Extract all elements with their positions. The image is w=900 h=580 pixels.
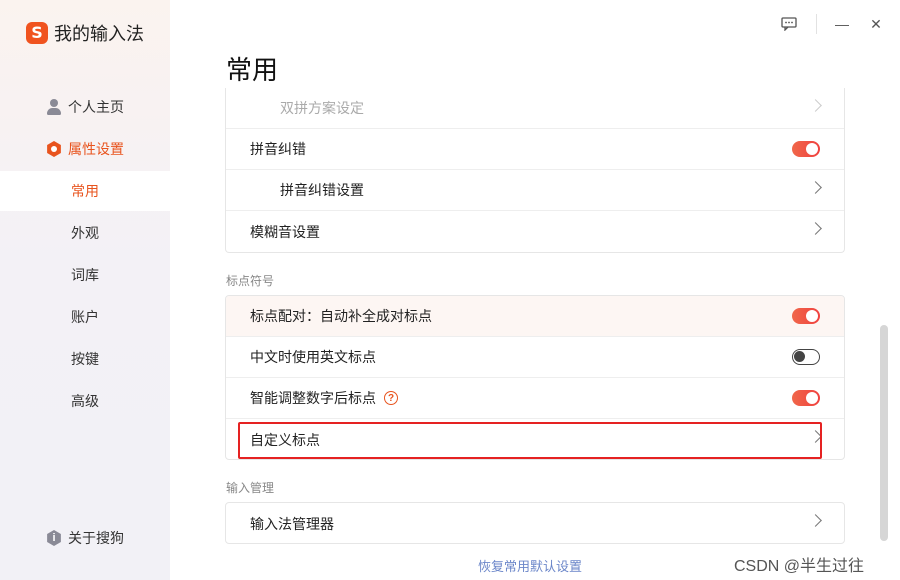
chevron-right-icon [809,181,822,194]
watermark: CSDN @半生过往 [734,558,865,575]
close-icon[interactable]: ✕ [864,12,888,36]
sidebar-subitem-advanced[interactable]: 高级 [0,381,170,421]
row-label: 中文时使用英文标点 [250,349,376,365]
sidebar-subitem-dictionary[interactable]: 词库 [0,255,170,295]
section-label-punctuation: 标点符号 [226,274,275,288]
sidebar-item-settings[interactable]: 属性设置 [0,129,170,169]
row-label: 标点配对：自动补全成对标点 [250,308,432,324]
row-label: 输入法管理器 [250,515,334,532]
person-icon [46,99,62,115]
row-label: 双拼方案设定 [280,100,364,116]
smart-number-toggle[interactable] [792,390,820,406]
sidebar-subitem-common[interactable]: 常用 [0,171,170,211]
row-auto-pair-punctuation: 标点配对：自动补全成对标点 [226,296,844,337]
app-logo: S 我的输入法 [26,20,144,46]
row-smart-number-punctuation: 智能调整数字后标点 ? [226,378,844,419]
scrollbar-thumb[interactable] [880,325,888,541]
settings-card-pinyin: 双拼方案设定 拼音纠错 拼音纠错设置 模糊音设置 [225,88,845,253]
hexagon-settings-icon [47,141,61,157]
sidebar-item-label: 关于搜狗 [68,530,124,546]
row-english-punctuation: 中文时使用英文标点 [226,337,844,378]
row-label: 模糊音设置 [250,223,320,240]
chevron-right-icon [809,514,822,527]
sidebar-subitem-appearance[interactable]: 外观 [0,213,170,253]
sogou-logo-icon: S [26,22,48,44]
page-title: 常用 [226,55,279,85]
sidebar-item-label: 个人主页 [68,99,124,115]
help-icon[interactable]: ? [384,391,398,405]
feedback-icon[interactable] [777,12,801,36]
row-pinyin-correction-settings[interactable]: 拼音纠错设置 [226,170,844,211]
row-fuzzy-pinyin[interactable]: 模糊音设置 [226,211,844,252]
app-title: 我的输入法 [54,24,144,44]
auto-pair-toggle[interactable] [792,308,820,324]
sidebar-item-about[interactable]: i 关于搜狗 [0,518,170,558]
sidebar-item-label: 属性设置 [68,141,124,157]
sidebar: S 我的输入法 个人主页 属性设置 常用 外观 词库 账户 按键 高级 i 关于… [0,0,170,580]
sidebar-subitem-keys[interactable]: 按键 [0,339,170,379]
sidebar-subitem-account[interactable]: 账户 [0,297,170,337]
chevron-right-icon [809,99,822,112]
chevron-right-icon [809,222,822,235]
row-pinyin-correction: 拼音纠错 [226,129,844,170]
row-label-wrap: 智能调整数字后标点 ? [250,388,398,408]
reset-defaults-link[interactable]: 恢复常用默认设置 [478,556,582,575]
english-punctuation-toggle[interactable] [792,349,820,365]
window-controls-divider [816,14,817,34]
settings-card-input-management: 输入法管理器 [225,502,845,544]
pinyin-correction-toggle[interactable] [792,141,820,157]
row-shuangpin-scheme[interactable]: 双拼方案设定 [226,88,844,129]
section-label-input-management: 输入管理 [226,481,275,495]
highlight-annotation-box [238,422,822,459]
sidebar-item-profile[interactable]: 个人主页 [0,87,170,127]
minimize-icon[interactable]: — [830,12,854,36]
row-label: 拼音纠错设置 [280,182,364,198]
row-label: 拼音纠错 [250,141,306,157]
row-label: 智能调整数字后标点 [250,390,376,406]
row-input-method-manager[interactable]: 输入法管理器 [226,503,844,543]
info-icon: i [47,530,61,546]
